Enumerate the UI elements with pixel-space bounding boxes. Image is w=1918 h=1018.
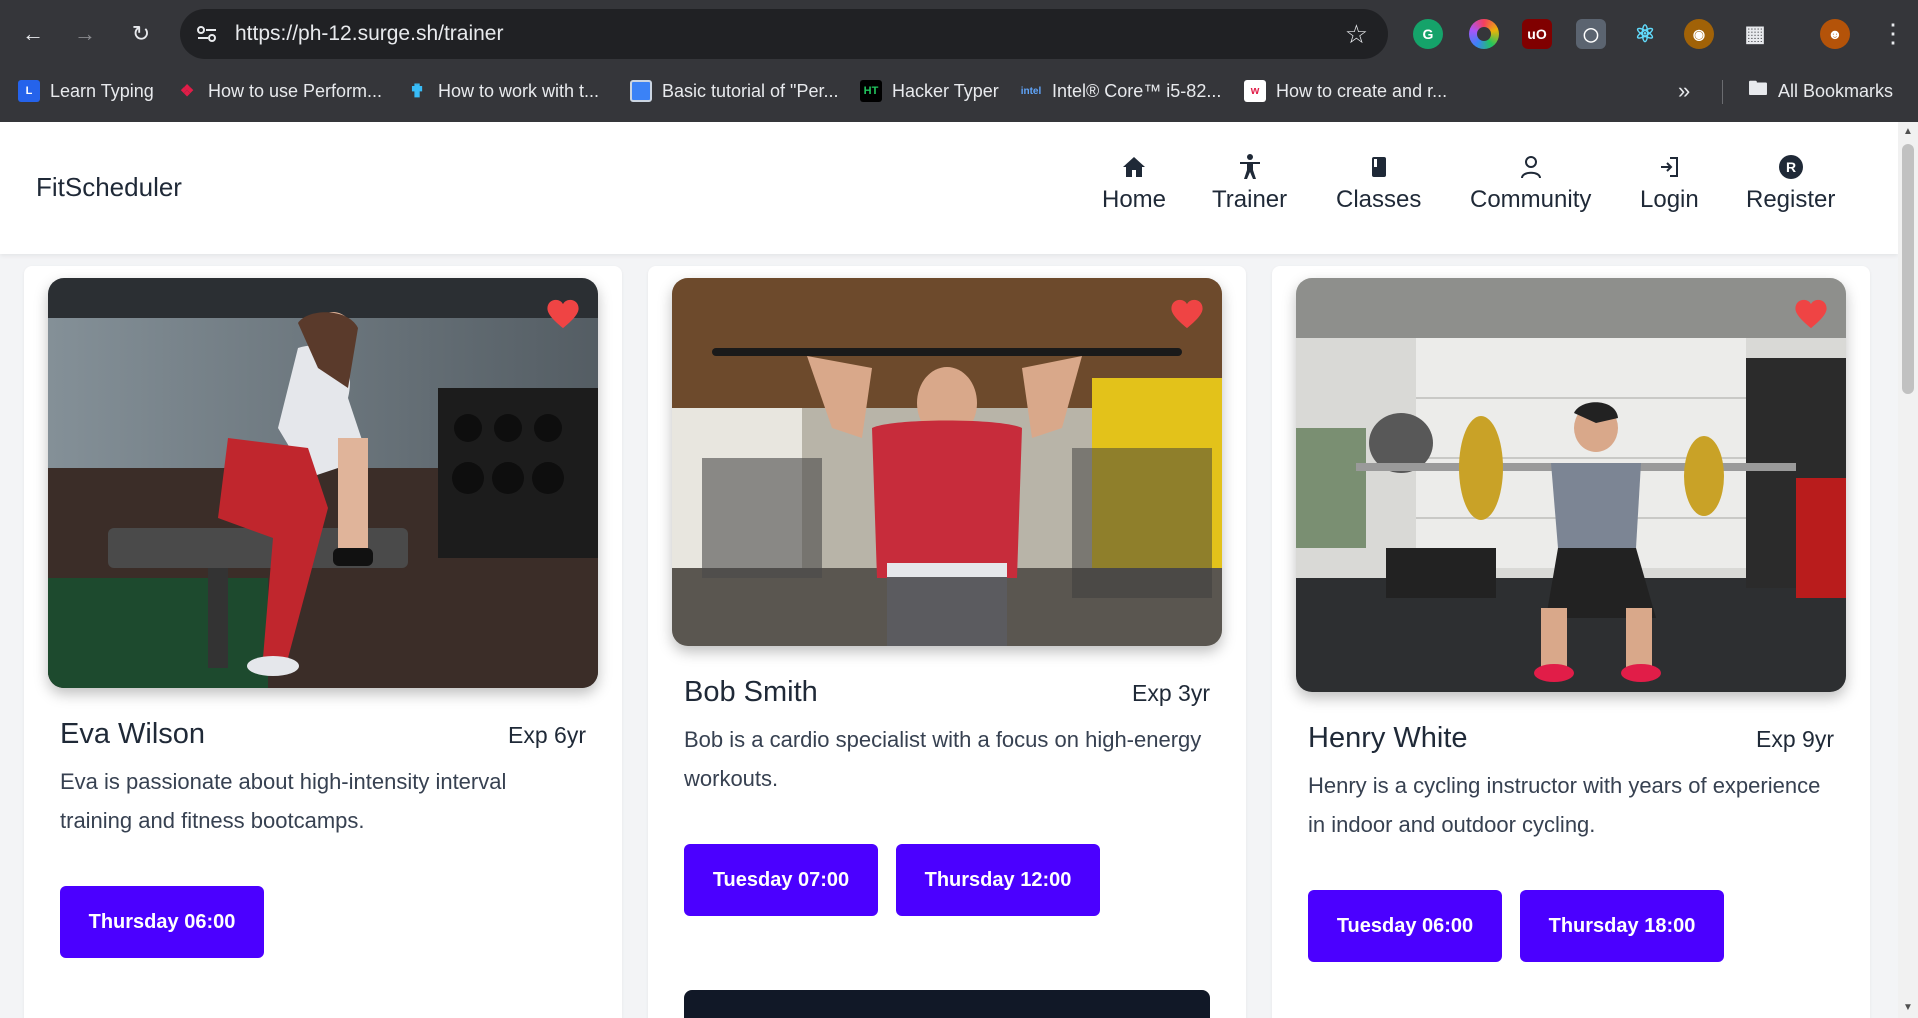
favorite-heart-icon[interactable] (546, 298, 580, 330)
trainer-experience: Exp 6yr (508, 722, 586, 748)
bookmark-item[interactable]: L Learn Typing (18, 78, 154, 104)
gym-pullup-image (672, 278, 1222, 646)
nav-community[interactable]: Community (1470, 152, 1591, 222)
browser-toolbar: ← → ↻ https://ph-12.surge.sh/trainer ☆ G… (0, 0, 1918, 70)
ublock-extension-icon[interactable]: uO (1522, 19, 1552, 49)
folder-icon: 🖿 (1748, 78, 1768, 100)
nav-classes[interactable]: Classes (1336, 152, 1421, 222)
bookmark-item[interactable]: HT Hacker Typer (860, 78, 999, 104)
time-slot-button[interactable]: Tuesday 07:00 (684, 844, 878, 916)
trainer-bio: Bob is a cardio specialist with a focus … (684, 727, 1202, 791)
hacker-typer-icon: HT (860, 80, 882, 102)
bookmark-item[interactable]: Basic tutorial of "Per... (630, 78, 838, 104)
home-icon (1122, 152, 1146, 182)
browser-chrome: ← → ↻ https://ph-12.surge.sh/trainer ☆ G… (0, 0, 1918, 122)
trainer-photo (48, 278, 598, 688)
shield-extension-icon[interactable]: ◯ (1576, 19, 1606, 49)
trainer-card: Eva Wilson Exp 6yr Eva is passionate abo… (24, 266, 622, 1018)
trainer-photo (672, 278, 1222, 646)
back-button[interactable]: ← (16, 17, 50, 51)
trainer-card: Henry White Exp 9yr Henry is a cycling i… (1272, 266, 1870, 1018)
time-slot-button[interactable]: Thursday 12:00 (896, 844, 1100, 916)
nav-register[interactable]: R Register (1746, 152, 1835, 222)
scroll-thumb[interactable] (1902, 144, 1914, 394)
trainer-photo (1296, 278, 1846, 692)
perform-icon: ❖ (179, 83, 195, 100)
favorite-heart-icon[interactable] (1794, 298, 1828, 330)
site-brand[interactable]: FitScheduler (36, 172, 182, 203)
trainer-experience: Exp 3yr (1132, 680, 1210, 706)
favorite-heart-icon[interactable] (1170, 298, 1204, 330)
bookmark-item[interactable]: intel Intel® Core™ i5-82... (1020, 78, 1222, 104)
learn-typing-icon: L (18, 80, 40, 102)
cross-icon: ✟ (409, 80, 425, 101)
trainer-card: Bob Smith Exp 3yr Bob is a cardio specia… (648, 266, 1246, 1018)
trainer-bio: Eva is passionate about high-intensity i… (60, 769, 507, 833)
nav-trainer[interactable]: Trainer (1212, 152, 1287, 222)
scroll-down-icon[interactable]: ▼ (1903, 1002, 1913, 1013)
color-picker-extension-icon[interactable] (1469, 19, 1499, 49)
tutorial-icon (630, 80, 652, 102)
create-icon: w (1244, 80, 1266, 102)
user-icon (1519, 152, 1543, 182)
nav-login[interactable]: Login (1640, 152, 1699, 222)
forward-button[interactable]: → (68, 17, 102, 51)
react-devtools-icon[interactable]: ⚛ (1630, 19, 1660, 49)
browser-menu-icon[interactable]: ⋮ (1880, 16, 1906, 50)
extensions-puzzle-icon[interactable]: ▦ (1740, 19, 1770, 49)
owl-extension-icon[interactable]: ◉ (1684, 19, 1714, 49)
time-slot-button[interactable]: Tuesday 06:00 (1308, 890, 1502, 962)
bookmark-star-icon[interactable]: ☆ (1345, 19, 1368, 50)
intel-icon: intel (1020, 85, 1042, 97)
time-slot-button[interactable]: Thursday 18:00 (1520, 890, 1724, 962)
bookmarks-divider (1722, 80, 1723, 104)
scroll-up-icon[interactable]: ▲ (1903, 126, 1913, 137)
grammarly-extension-icon[interactable]: G (1413, 19, 1443, 49)
svg-text:R: R (1786, 159, 1796, 175)
nav-home[interactable]: Home (1102, 152, 1166, 222)
address-bar[interactable]: https://ph-12.surge.sh/trainer ☆ (180, 9, 1388, 59)
trainer-experience: Exp 9yr (1756, 726, 1834, 752)
trainer-name: Bob Smith (684, 676, 818, 708)
book-icon (1370, 152, 1388, 182)
bookmark-item[interactable]: ❖ How to use Perform... (176, 78, 382, 104)
site-navbar: FitScheduler Home Trainer Classes Commun… (0, 122, 1898, 254)
bookmarks-bar: L Learn Typing ❖ How to use Perform... ✟… (0, 72, 1918, 110)
reload-button[interactable]: ↻ (124, 17, 158, 51)
all-bookmarks-folder[interactable]: 🖿 All Bookmarks (1748, 78, 1893, 104)
bookmark-item[interactable]: ✟ How to work with t... (406, 78, 599, 104)
bookmarks-overflow-icon[interactable]: » (1678, 78, 1690, 104)
time-slot-button[interactable]: Thursday 06:00 (60, 886, 264, 958)
url-text[interactable]: https://ph-12.surge.sh/trainer (235, 22, 503, 46)
site-info-icon[interactable] (194, 21, 220, 47)
gym-squat-image (1296, 278, 1846, 692)
bookmark-item[interactable]: w How to create and r... (1244, 78, 1447, 104)
page-viewport: FitScheduler Home Trainer Classes Commun… (0, 122, 1898, 1018)
trainer-icon (1239, 152, 1261, 182)
trainer-name: Henry White (1308, 722, 1468, 754)
login-icon (1657, 152, 1681, 182)
page-scrollbar[interactable]: ▲ ▼ (1898, 122, 1918, 1018)
register-icon: R (1778, 152, 1804, 182)
trainer-name: Eva Wilson (60, 718, 206, 750)
profile-avatar[interactable]: ☻ (1820, 19, 1850, 49)
dark-action-button[interactable] (684, 990, 1210, 1018)
trainer-bio: Henry is a cycling instructor with years… (1308, 773, 1821, 837)
gym-dumbbell-row-image (48, 278, 598, 688)
